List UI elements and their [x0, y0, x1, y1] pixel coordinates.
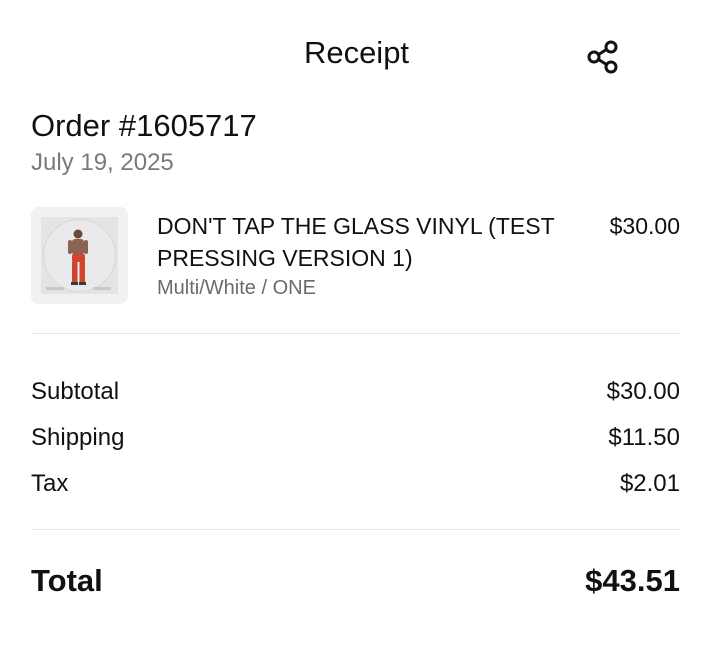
- subtotal-label: Subtotal: [31, 378, 120, 405]
- vinyl-cover-image: [31, 207, 128, 304]
- subtotal-value: $30.00: [606, 378, 680, 405]
- product-thumbnail[interactable]: [31, 207, 128, 304]
- divider: [31, 529, 680, 530]
- share-icon: [587, 40, 618, 74]
- item-name[interactable]: DON'T TAP THE GLASS VINYL (TEST PRESSING…: [157, 210, 587, 274]
- share-button[interactable]: [584, 38, 622, 76]
- shipping-label: Shipping: [31, 424, 125, 451]
- item-price: $30.00: [609, 213, 680, 239]
- order-number: Order #1605717: [31, 108, 257, 143]
- receipt-screen: Receipt Order #1605717 July 19, 2025 DON…: [0, 0, 713, 658]
- total-value: $43.51: [585, 563, 680, 598]
- tax-value: $2.01: [619, 470, 680, 497]
- tax-label: Tax: [31, 470, 69, 497]
- total-label: Total: [31, 563, 103, 598]
- shipping-value: $11.50: [608, 424, 680, 451]
- item-variant: Multi/White / ONE: [157, 277, 316, 299]
- divider: [31, 333, 680, 334]
- order-date: July 19, 2025: [31, 149, 174, 176]
